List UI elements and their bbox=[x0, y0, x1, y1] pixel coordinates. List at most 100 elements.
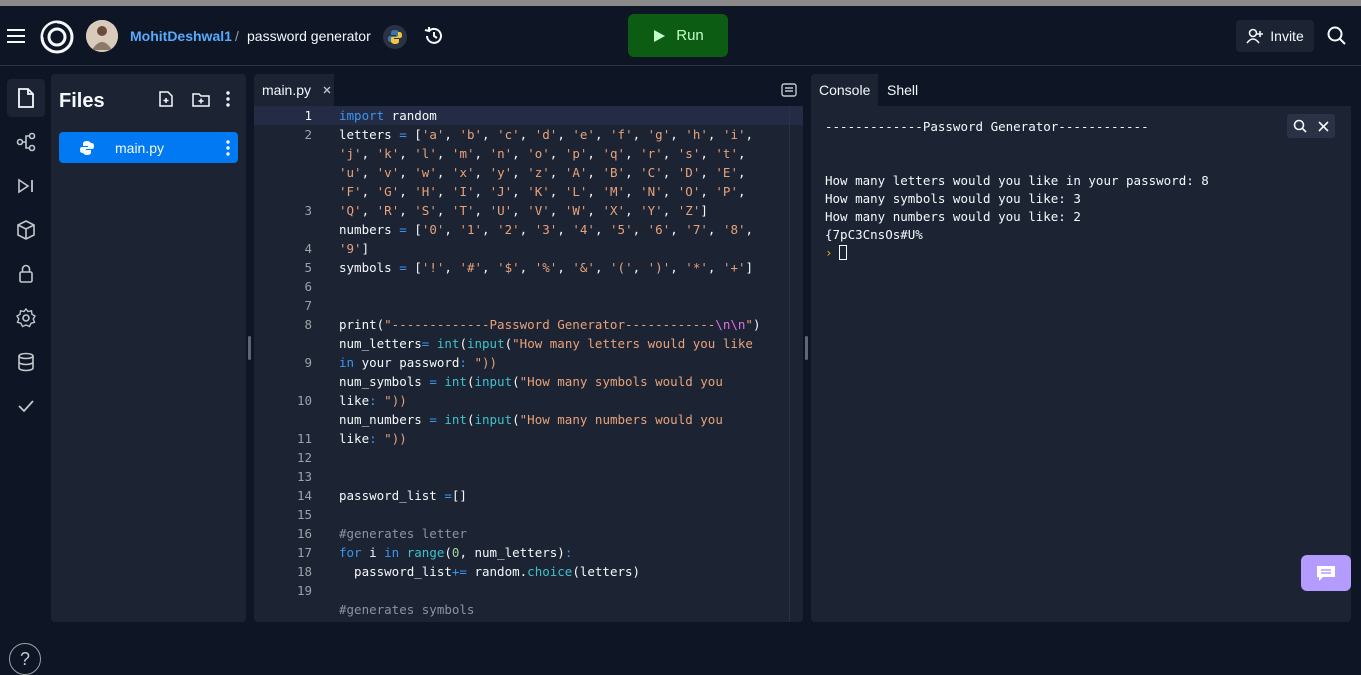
packages-icon[interactable] bbox=[7, 211, 45, 249]
code-line[interactable]: 'j', 'k', 'l', 'm', 'n', 'o', 'p', 'q', … bbox=[254, 144, 803, 163]
code-line[interactable]: 13 bbox=[254, 467, 803, 486]
code-text: in your password: ")) bbox=[339, 355, 498, 370]
file-options-icon[interactable] bbox=[226, 139, 230, 156]
code-line[interactable]: 16 #generates letter bbox=[254, 524, 803, 543]
panel-resize-handle[interactable] bbox=[248, 336, 251, 360]
code-line[interactable]: 6 bbox=[254, 277, 803, 296]
code-line[interactable]: num_numbers = int(input("How many number… bbox=[254, 410, 803, 429]
code-line[interactable]: 9 in your password: ")) bbox=[254, 353, 803, 372]
user-avatar[interactable] bbox=[86, 20, 118, 52]
run-button[interactable]: Run bbox=[628, 14, 728, 57]
code-line[interactable]: 'F', 'G', 'H', 'I', 'J', 'K', 'L', 'M', … bbox=[254, 182, 803, 201]
code-line[interactable]: numbers = ['0', '1', '2', '3', '4', '5',… bbox=[254, 220, 803, 239]
breadcrumb-separator: / bbox=[235, 28, 239, 44]
line-number bbox=[254, 410, 314, 429]
code-area[interactable]: 1 import random 2 letters = ['a', 'b', 'c',… bbox=[254, 106, 803, 622]
code-line[interactable]: 8 print("-------------Password Generator-… bbox=[254, 315, 803, 334]
console-line: How many symbols would you like: 3 bbox=[825, 191, 1081, 206]
code-text: num_numbers = int(input("How many number… bbox=[339, 412, 723, 427]
tab-console[interactable]: Console bbox=[811, 74, 879, 106]
code-line[interactable]: 12 bbox=[254, 448, 803, 467]
version-control-icon[interactable] bbox=[7, 123, 45, 161]
files-tool-icon[interactable] bbox=[7, 79, 45, 117]
checkmark-icon[interactable] bbox=[7, 387, 45, 425]
username-link[interactable]: MohitDeshwal1 bbox=[130, 28, 232, 44]
code-text: #generates letter bbox=[339, 526, 467, 541]
search-icon[interactable] bbox=[1325, 24, 1349, 48]
code-text: like: ")) bbox=[339, 431, 407, 446]
code-line[interactable]: 1 import random bbox=[254, 106, 803, 125]
chat-button[interactable] bbox=[1301, 555, 1351, 591]
editor-scrollbar[interactable] bbox=[789, 106, 803, 622]
invite-button[interactable]: Invite bbox=[1236, 20, 1314, 52]
console-line: {7pC3CnsOs#U% bbox=[825, 227, 923, 242]
python-language-icon[interactable] bbox=[383, 25, 407, 49]
code-text: 'j', 'k', 'l', 'm', 'n', 'o', 'p', 'q', … bbox=[339, 146, 746, 161]
new-file-icon[interactable] bbox=[157, 90, 175, 108]
code-text: password_list+= random.choice(letters) bbox=[339, 564, 641, 579]
replit-logo-icon[interactable] bbox=[40, 20, 74, 54]
tab-label: main.py bbox=[262, 82, 312, 98]
more-options-icon[interactable] bbox=[221, 90, 235, 108]
new-folder-icon[interactable] bbox=[191, 90, 211, 108]
code-line[interactable]: 'u', 'v', 'w', 'x', 'y', 'z', 'A', 'B', … bbox=[254, 163, 803, 182]
files-panel-title: Files bbox=[59, 90, 105, 112]
line-number: 6 bbox=[304, 279, 312, 294]
code-text: for i in range(0, num_letters): bbox=[339, 545, 573, 560]
database-icon[interactable] bbox=[7, 343, 45, 381]
code-line[interactable]: 11 like: ")) bbox=[254, 429, 803, 448]
code-text: like: ")) bbox=[339, 393, 407, 408]
line-number bbox=[254, 144, 314, 163]
code-line[interactable]: 4 '9'] bbox=[254, 239, 803, 258]
debugger-icon[interactable] bbox=[7, 167, 45, 205]
close-icon[interactable] bbox=[323, 86, 331, 94]
code-line[interactable]: 10 like: ")) bbox=[254, 391, 803, 410]
hamburger-menu-icon[interactable] bbox=[6, 20, 28, 52]
tab-shell[interactable]: Shell bbox=[879, 74, 926, 106]
editor-settings-icon[interactable] bbox=[780, 82, 798, 98]
line-number: 18 bbox=[296, 564, 312, 579]
files-panel: Files main.py bbox=[51, 74, 246, 622]
code-text: #generates symbols bbox=[339, 602, 475, 617]
history-icon[interactable] bbox=[422, 24, 446, 48]
code-line[interactable]: 3 'Q', 'R', 'S', 'T', 'U', 'V', 'W', 'X',… bbox=[254, 201, 803, 220]
python-file-icon bbox=[80, 140, 94, 155]
line-number bbox=[254, 220, 314, 239]
line-number: 5 bbox=[304, 260, 312, 275]
lock-icon[interactable] bbox=[7, 255, 45, 293]
code-line[interactable]: num_symbols = int(input("How many symbol… bbox=[254, 372, 803, 391]
chat-icon bbox=[1317, 566, 1335, 581]
line-number bbox=[254, 182, 314, 201]
code-line[interactable]: #generates symbols bbox=[254, 600, 803, 619]
line-number: 17 bbox=[296, 545, 312, 560]
line-number: 4 bbox=[304, 241, 312, 256]
code-line[interactable]: 2 letters = ['a', 'b', 'c', 'd', 'e', 'f'… bbox=[254, 125, 803, 144]
code-line[interactable]: 17 for i in range(0, num_letters): bbox=[254, 543, 803, 562]
repl-name[interactable]: password generator bbox=[247, 28, 371, 44]
code-line[interactable]: 19 bbox=[254, 581, 803, 600]
code-line[interactable]: 5 symbols = ['!', '#', '$', '%', '&', '('… bbox=[254, 258, 803, 277]
code-line[interactable]: 15 bbox=[254, 505, 803, 524]
console-output[interactable]: -------------Password Generator---------… bbox=[825, 118, 1209, 262]
code-line[interactable]: num_letters= int(input("How many letters… bbox=[254, 334, 803, 353]
close-icon[interactable] bbox=[1318, 120, 1329, 132]
line-number: 14 bbox=[296, 488, 312, 503]
console-prompt[interactable]: › bbox=[825, 244, 1209, 262]
panel-resize-handle[interactable] bbox=[805, 336, 808, 360]
console-line: How many numbers would you like: 2 bbox=[825, 209, 1081, 224]
settings-gear-icon[interactable] bbox=[7, 299, 45, 337]
line-number bbox=[254, 163, 314, 182]
text-cursor bbox=[838, 245, 847, 260]
code-line[interactable]: 7 bbox=[254, 296, 803, 315]
code-line[interactable]: 14 password_list =[] bbox=[254, 486, 803, 505]
tab-main-py[interactable]: main.py bbox=[254, 74, 334, 106]
file-item-main-py[interactable]: main.py bbox=[59, 132, 238, 163]
code-text: 'u', 'v', 'w', 'x', 'y', 'z', 'A', 'B', … bbox=[339, 165, 746, 180]
file-name: main.py bbox=[115, 139, 165, 156]
search-icon[interactable] bbox=[1293, 119, 1307, 133]
help-button[interactable]: ? bbox=[9, 643, 41, 675]
top-bar: MohitDeshwal1 / password generator Run I… bbox=[0, 6, 1361, 66]
code-line[interactable]: 18 password_list+= random.choice(letters… bbox=[254, 562, 803, 581]
